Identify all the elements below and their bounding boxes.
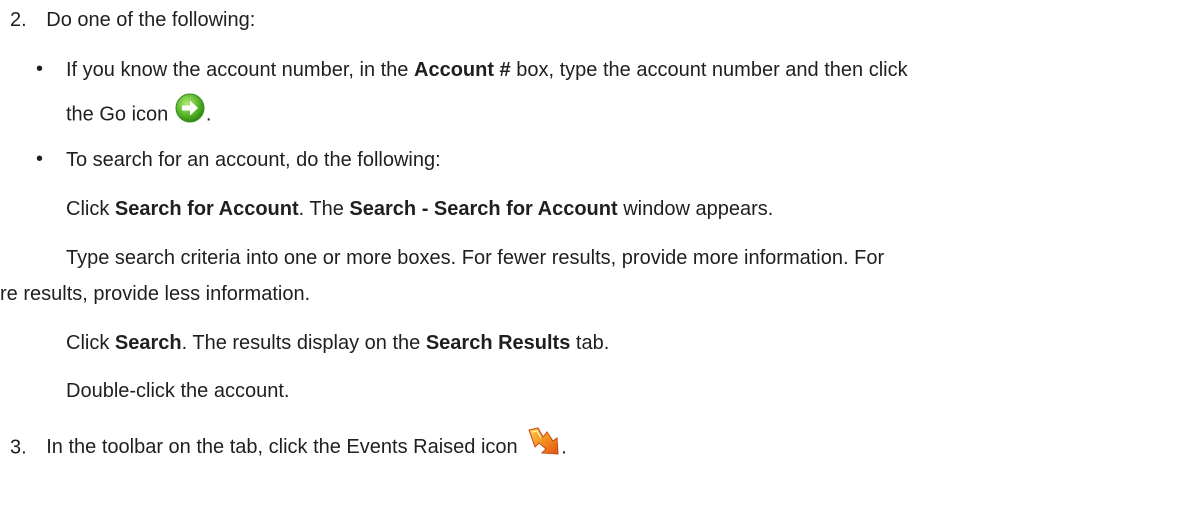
step-2-number: 2. [10, 9, 27, 31]
sub-2-line-1: Type search criteria into one or more bo… [66, 247, 885, 269]
sub-1-text-c: window appears. [617, 198, 774, 220]
document-page: { "steps": { "step2": { "number": "2.", … [0, 0, 1196, 512]
sub-1-text-a: Click [66, 198, 115, 220]
bullet-marker: • [36, 148, 44, 170]
bullet-marker: • [36, 58, 44, 80]
search-label: Search [114, 332, 182, 354]
sub-3-text-c: tab. [570, 332, 610, 354]
step-3-number: 3. [10, 436, 27, 459]
search-window-label: Search - Search for Account [349, 198, 618, 220]
step-3: 3. In the toolbar on the tab, click the … [10, 427, 567, 466]
account-number-label: Account # [414, 59, 511, 81]
bullet-1-text-b: box, type the account number and then cl… [510, 59, 908, 81]
bullet-2-text: To search for an account, do the followi… [66, 149, 441, 171]
sub-2-line-2: re results, provide less information. [0, 283, 311, 305]
go-arrow-icon [174, 92, 206, 130]
events-raised-icon [527, 426, 561, 462]
bullet-1-line-1: If you know the account number, in the A… [66, 58, 908, 82]
bullet-1-text-a: If you know the account number, in the [66, 59, 414, 81]
search-results-label: Search Results [425, 332, 571, 354]
step-2: 2. Do one of the following: [10, 8, 255, 32]
sub-step-search-account: Click Search for Account. The Search - S… [66, 197, 773, 221]
search-for-account-label: Search for Account [114, 198, 299, 220]
sub-3-text-a: Click [66, 332, 115, 354]
bullet-1-period: . [205, 103, 212, 126]
step-3-text: In the toolbar on the tab, click the Eve… [46, 436, 518, 459]
sub-3-text-b: . The results display on the [181, 332, 426, 354]
bullet-1-text-c: the Go icon [66, 103, 169, 126]
step-2-text: Do one of the following: [46, 9, 256, 31]
bullet-1-line-2: the Go icon . [66, 93, 212, 134]
sub-step-search: Click Search. The results display on the… [66, 331, 609, 355]
sub-1-text-b: . The [298, 198, 350, 220]
step-3-period: . [561, 436, 567, 459]
sub-4-text: Double-click the account. [66, 380, 290, 402]
